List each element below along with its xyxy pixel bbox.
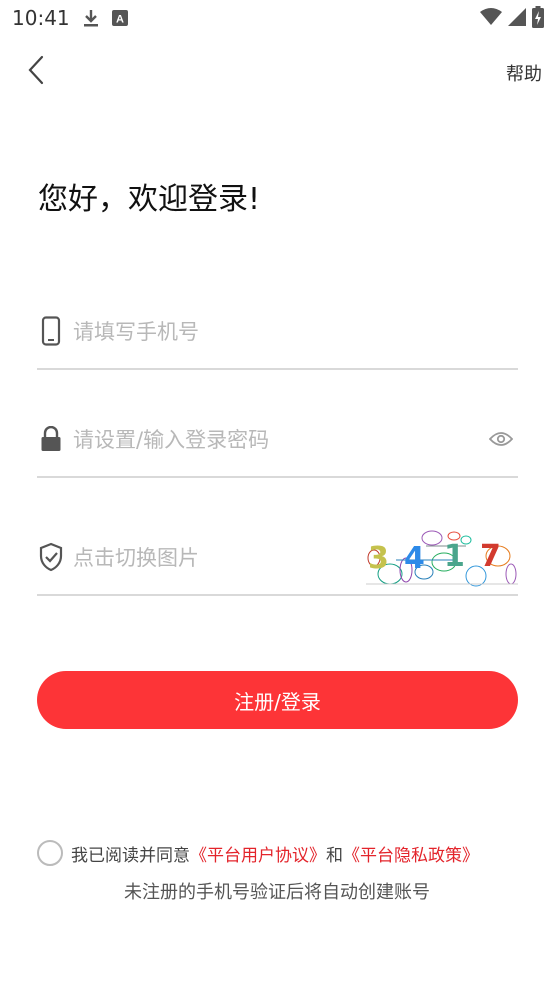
captcha-image[interactable]: 3 4 1 7 (366, 526, 518, 588)
wifi-icon (480, 8, 502, 30)
back-button[interactable] (18, 54, 54, 90)
password-field[interactable]: 请设置/输入登录密码 (37, 402, 518, 478)
captcha-input[interactable]: 点击切换图片 (73, 542, 366, 572)
auto-register-note: 未注册的手机号验证后将自动创建账号 (124, 882, 430, 903)
captcha-char: 7 (480, 539, 501, 574)
svg-text:A: A (116, 14, 124, 26)
agreement-conjunction: 和 (326, 845, 343, 866)
status-icons-left: A (82, 8, 128, 32)
captcha-field[interactable]: 点击切换图片 3 4 1 7 (37, 520, 518, 596)
phone-input[interactable]: 请填写手机号 (73, 316, 518, 346)
a-notification-icon: A (112, 10, 128, 30)
captcha-char: 1 (444, 539, 465, 574)
agreement-row: 我已阅读并同意 《平台用户协议》 和 《平台隐私政策》 (37, 840, 479, 866)
battery-charging-icon (532, 6, 544, 32)
eye-icon[interactable] (486, 431, 516, 447)
chevron-left-icon (27, 55, 45, 89)
phone-field[interactable]: 请填写手机号 (37, 294, 518, 370)
page-title: 您好，欢迎登录! (38, 182, 261, 217)
password-input[interactable]: 请设置/输入登录密码 (73, 424, 486, 454)
captcha-char: 4 (404, 541, 425, 576)
agreement-prefix: 我已阅读并同意 (71, 845, 190, 866)
shield-check-icon (37, 542, 65, 572)
help-link[interactable]: 帮助 (506, 60, 542, 86)
status-time: 10:41 (12, 6, 70, 30)
phone-icon (37, 316, 65, 346)
status-icons-right (480, 6, 544, 32)
agreement-checkbox[interactable] (37, 840, 63, 866)
privacy-policy-link[interactable]: 《平台隐私政策》 (343, 841, 479, 866)
captcha-char: 3 (368, 541, 389, 576)
lock-icon (37, 426, 65, 452)
signal-icon (508, 8, 526, 30)
user-agreement-link[interactable]: 《平台用户协议》 (190, 841, 326, 866)
register-login-button[interactable]: 注册/登录 (37, 671, 518, 729)
download-icon (82, 8, 100, 32)
